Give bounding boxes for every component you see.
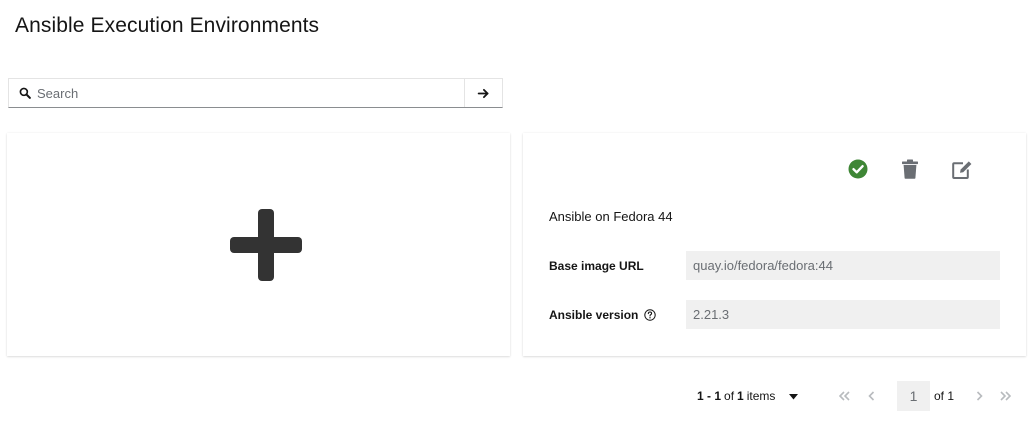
edit-icon: [951, 160, 971, 179]
environment-card: Ansible on Fedora 44 Base image URL quay…: [523, 133, 1026, 356]
pagination-range: 1 - 1: [697, 389, 722, 403]
help-icon[interactable]: [644, 309, 657, 321]
search-icon: [9, 79, 35, 107]
previous-page-button[interactable]: [862, 387, 880, 405]
trash-icon: [902, 159, 918, 179]
pagination-items-word: items: [746, 389, 776, 403]
add-environment-card[interactable]: [7, 133, 510, 356]
chevron-left-icon: [867, 391, 874, 401]
double-chevron-right-icon: [1000, 391, 1011, 401]
double-chevron-left-icon: [839, 391, 850, 401]
environment-name: Ansible on Fedora 44: [549, 209, 673, 224]
base-image-label-text: Base image URL: [549, 259, 644, 273]
page-title: Ansible Execution Environments: [15, 14, 320, 37]
per-page-toggle[interactable]: [786, 390, 800, 404]
select-button[interactable]: [832, 158, 884, 180]
arrow-right-icon: [477, 88, 489, 98]
base-image-value: quay.io/fedora/fedora:44: [686, 251, 1000, 280]
current-page-input[interactable]: [897, 381, 930, 411]
pagination-total: 1: [737, 389, 744, 403]
search-input[interactable]: [35, 79, 464, 107]
check-circle-icon: [848, 159, 868, 179]
delete-button[interactable]: [884, 158, 936, 180]
pagination-of-pages: of 1: [934, 389, 955, 403]
edit-button[interactable]: [936, 158, 988, 180]
search-submit-button[interactable]: [464, 79, 502, 107]
last-page-button[interactable]: [996, 387, 1014, 405]
environment-actions: [832, 158, 988, 180]
plus-icon: [230, 209, 302, 281]
ansible-version-label-text: Ansible version: [549, 308, 639, 322]
search-bar: [8, 78, 503, 108]
first-page-button[interactable]: [836, 387, 854, 405]
ansible-version-value: 2.21.3: [686, 300, 1000, 329]
caret-down-icon: [788, 394, 798, 400]
pagination-of-word: of: [724, 389, 735, 403]
ansible-version-label: Ansible version: [549, 308, 657, 322]
next-page-button[interactable]: [970, 387, 988, 405]
pagination-count: 1 - 1 of 1 items: [697, 389, 775, 403]
chevron-right-icon: [976, 391, 983, 401]
base-image-label: Base image URL: [549, 259, 644, 273]
pagination: 1 - 1 of 1 items of 1: [0, 381, 1030, 411]
